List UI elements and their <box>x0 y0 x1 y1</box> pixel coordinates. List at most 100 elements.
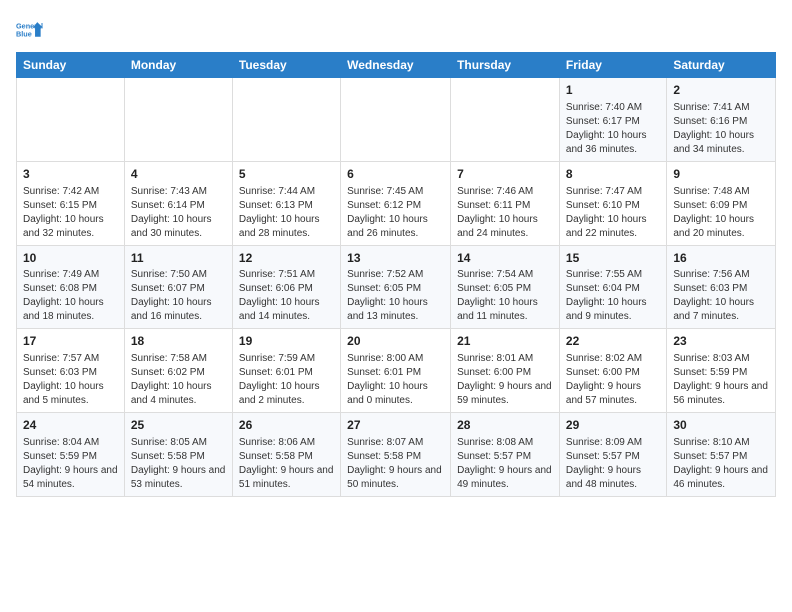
day-number: 2 <box>673 82 769 99</box>
day-number: 23 <box>673 333 769 350</box>
cell-info: Sunrise: 8:10 AM <box>673 436 769 450</box>
day-number: 10 <box>23 250 118 267</box>
logo-icon: GeneralBlue <box>16 16 44 44</box>
calendar-cell: 5Sunrise: 7:44 AMSunset: 6:13 PMDaylight… <box>232 161 340 245</box>
cell-info: Sunrise: 8:03 AM <box>673 352 769 366</box>
cell-info: Daylight: 10 hours and 32 minutes. <box>23 213 118 241</box>
day-number: 20 <box>347 333 444 350</box>
cell-info: Daylight: 9 hours and 46 minutes. <box>673 464 769 492</box>
calendar-cell: 9Sunrise: 7:48 AMSunset: 6:09 PMDaylight… <box>667 161 776 245</box>
calendar-cell: 17 Sunrise: 7:57 AMSunset: 6:03 PMDayligh… <box>17 329 125 413</box>
day-number: 8 <box>566 166 660 183</box>
calendar-cell: 11Sunrise: 7:50 AMSunset: 6:07 PMDayligh… <box>124 245 232 329</box>
cell-info: Sunrise: 7:51 AM <box>239 268 334 282</box>
cell-info: Daylight: 10 hours and 13 minutes. <box>347 296 444 324</box>
header-day-monday: Monday <box>124 53 232 78</box>
day-number: 4 <box>131 166 226 183</box>
calendar-cell: 22Sunrise: 8:02 AMSunset: 6:00 PMDayligh… <box>559 329 666 413</box>
calendar-cell: 19Sunrise: 7:59 AMSunset: 6:01 PMDayligh… <box>232 329 340 413</box>
week-row-0: 1Sunrise: 7:40 AMSunset: 6:17 PMDaylight… <box>17 78 776 162</box>
cell-info: Sunrise: 7:47 AM <box>566 185 660 199</box>
cell-info: Sunrise: 7:40 AM <box>566 101 660 115</box>
day-number: 19 <box>239 333 334 350</box>
cell-info: Sunrise: 7:44 AM <box>239 185 334 199</box>
day-number: 12 <box>239 250 334 267</box>
calendar-cell: 14Sunrise: 7:54 AMSunset: 6:05 PMDayligh… <box>451 245 560 329</box>
calendar-cell <box>17 78 125 162</box>
cell-info: Daylight: 9 hours and 51 minutes. <box>239 464 334 492</box>
header-day-thursday: Thursday <box>451 53 560 78</box>
cell-info: Sunset: 6:08 PM <box>23 282 118 296</box>
calendar-cell: 27 Sunrise: 8:07 AMSunset: 5:58 PMDayligh… <box>341 413 451 497</box>
cell-info: Sunrise: 8:02 AM <box>566 352 660 366</box>
calendar-cell: 16Sunrise: 7:56 AMSunset: 6:03 PMDayligh… <box>667 245 776 329</box>
cell-info: Sunrise: 7:57 AM <box>23 352 118 366</box>
cell-info: Sunrise: 7:45 AM <box>347 185 444 199</box>
cell-info: Daylight: 10 hours and 26 minutes. <box>347 213 444 241</box>
cell-info: Daylight: 10 hours and 5 minutes. <box>23 380 118 408</box>
cell-info: Daylight: 9 hours and 50 minutes. <box>347 464 444 492</box>
day-number: 16 <box>673 250 769 267</box>
day-number: 13 <box>347 250 444 267</box>
cell-info: Sunset: 6:06 PM <box>239 282 334 296</box>
day-number: 6 <box>347 166 444 183</box>
calendar-cell: 20 Sunrise: 8:00 AMSunset: 6:01 PMDayligh… <box>341 329 451 413</box>
day-number: 5 <box>239 166 334 183</box>
cell-info: Sunset: 6:15 PM <box>23 199 118 213</box>
calendar-cell: 18Sunrise: 7:58 AMSunset: 6:02 PMDayligh… <box>124 329 232 413</box>
cell-info: Daylight: 10 hours and 9 minutes. <box>566 296 660 324</box>
cell-info: Sunset: 6:00 PM <box>457 366 553 380</box>
cell-info: Sunrise: 8:06 AM <box>239 436 334 450</box>
cell-info: Daylight: 10 hours and 36 minutes. <box>566 129 660 157</box>
day-number: 26 <box>239 417 334 434</box>
cell-info: Daylight: 9 hours and 49 minutes. <box>457 464 553 492</box>
calendar-cell: 25Sunrise: 8:05 AMSunset: 5:58 PMDayligh… <box>124 413 232 497</box>
header-day-wednesday: Wednesday <box>341 53 451 78</box>
cell-info: Sunset: 6:03 PM <box>673 282 769 296</box>
cell-info: Sunset: 5:58 PM <box>239 450 334 464</box>
cell-info: Sunrise: 7:43 AM <box>131 185 226 199</box>
header-day-sunday: Sunday <box>17 53 125 78</box>
cell-info: Sunset: 6:14 PM <box>131 199 226 213</box>
calendar-cell <box>124 78 232 162</box>
cell-info: Sunset: 6:03 PM <box>23 366 118 380</box>
calendar-table: SundayMondayTuesdayWednesdayThursdayFrid… <box>16 52 776 497</box>
cell-info: Sunset: 6:04 PM <box>566 282 660 296</box>
calendar-cell: 28Sunrise: 8:08 AMSunset: 5:57 PMDayligh… <box>451 413 560 497</box>
cell-info: Sunset: 5:58 PM <box>347 450 444 464</box>
cell-info: Daylight: 9 hours and 53 minutes. <box>131 464 226 492</box>
week-row-1: 3Sunrise: 7:42 AMSunset: 6:15 PMDaylight… <box>17 161 776 245</box>
cell-info: Daylight: 9 hours and 54 minutes. <box>23 464 118 492</box>
cell-info: Sunset: 6:11 PM <box>457 199 553 213</box>
day-number: 17 <box>23 333 118 350</box>
day-number: 29 <box>566 417 660 434</box>
cell-info: Daylight: 10 hours and 30 minutes. <box>131 213 226 241</box>
cell-info: Sunrise: 8:00 AM <box>347 352 444 366</box>
cell-info: Daylight: 9 hours and 56 minutes. <box>673 380 769 408</box>
cell-info: Daylight: 10 hours and 20 minutes. <box>673 213 769 241</box>
cell-info: Sunset: 5:59 PM <box>23 450 118 464</box>
cell-info: Sunrise: 8:01 AM <box>457 352 553 366</box>
cell-info: Sunset: 6:01 PM <box>239 366 334 380</box>
cell-info: Daylight: 10 hours and 0 minutes. <box>347 380 444 408</box>
day-number: 27 <box>347 417 444 434</box>
cell-info: Sunrise: 8:07 AM <box>347 436 444 450</box>
calendar-cell: 29Sunrise: 8:09 AMSunset: 5:57 PMDayligh… <box>559 413 666 497</box>
calendar-cell: 12Sunrise: 7:51 AMSunset: 6:06 PMDayligh… <box>232 245 340 329</box>
cell-info: Sunset: 5:57 PM <box>457 450 553 464</box>
cell-info: Sunset: 6:02 PM <box>131 366 226 380</box>
cell-info: Sunset: 5:58 PM <box>131 450 226 464</box>
day-number: 24 <box>23 417 118 434</box>
cell-info: Sunset: 6:17 PM <box>566 115 660 129</box>
calendar-cell: 8Sunrise: 7:47 AMSunset: 6:10 PMDaylight… <box>559 161 666 245</box>
cell-info: Daylight: 10 hours and 22 minutes. <box>566 213 660 241</box>
cell-info: Sunset: 6:05 PM <box>347 282 444 296</box>
cell-info: Sunrise: 7:52 AM <box>347 268 444 282</box>
day-number: 15 <box>566 250 660 267</box>
cell-info: Sunset: 6:01 PM <box>347 366 444 380</box>
calendar-cell: 2Sunrise: 7:41 AMSunset: 6:16 PMDaylight… <box>667 78 776 162</box>
cell-info: Sunrise: 7:55 AM <box>566 268 660 282</box>
header-day-friday: Friday <box>559 53 666 78</box>
day-number: 28 <box>457 417 553 434</box>
cell-info: Sunrise: 8:05 AM <box>131 436 226 450</box>
